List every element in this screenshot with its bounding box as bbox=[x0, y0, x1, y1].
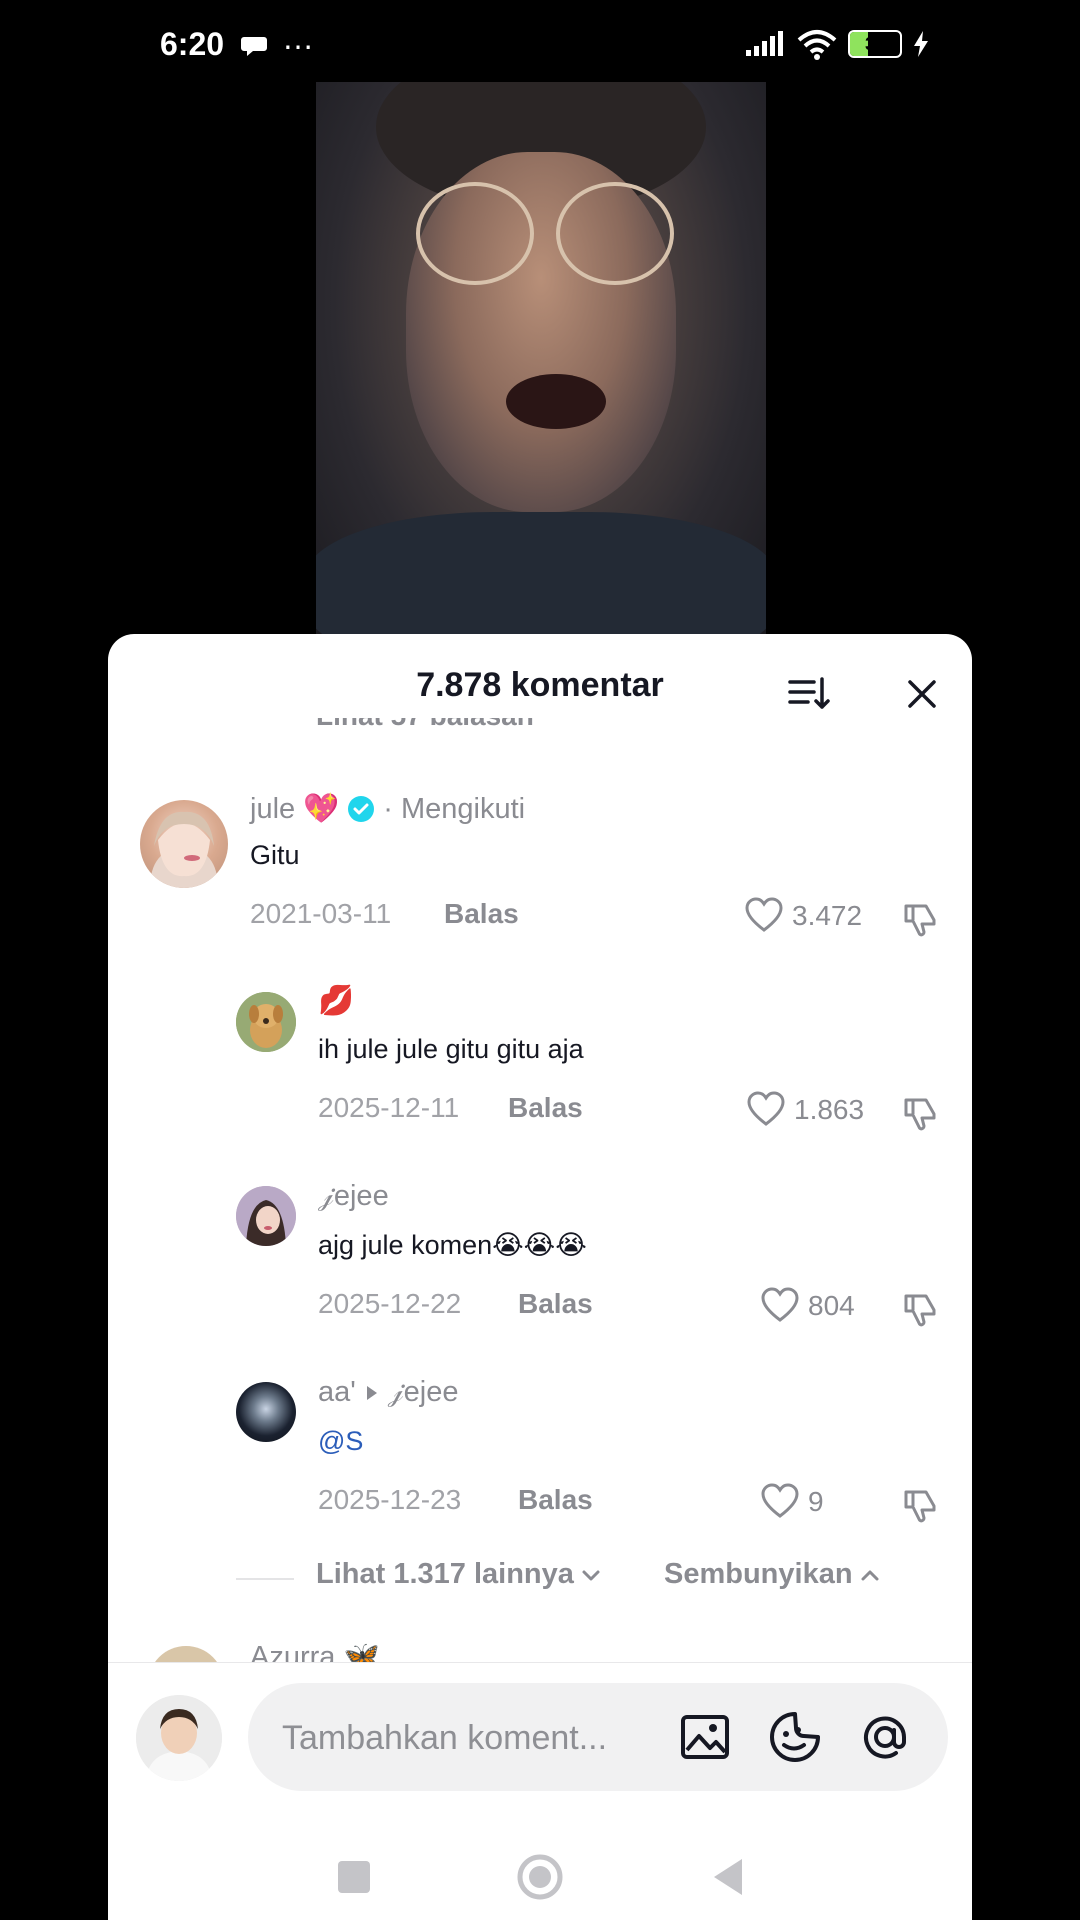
heart-icon bbox=[747, 1091, 785, 1126]
thumb-down-icon[interactable] bbox=[900, 1290, 940, 1330]
thread-divider bbox=[236, 1578, 294, 1580]
reply-username[interactable]: 𝒿ejee bbox=[318, 1180, 389, 1213]
comment-username-emoji: 💖 bbox=[303, 793, 340, 825]
view-more-label: Lihat 1.317 lainnya bbox=[316, 1558, 574, 1590]
chat-bubble-icon bbox=[241, 37, 267, 56]
mention-link[interactable]: @S bbox=[318, 1426, 363, 1457]
chevron-up-icon bbox=[861, 1570, 879, 1580]
comment-composer bbox=[108, 1662, 972, 1920]
verified-badge-icon bbox=[348, 796, 375, 822]
battery-indicator: 35 bbox=[848, 30, 902, 58]
reply-arrow-icon bbox=[366, 1385, 377, 1400]
like-count: 9 bbox=[808, 1486, 824, 1517]
reply-button[interactable]: Balas bbox=[518, 1484, 593, 1516]
reply-to-username[interactable]: 𝒿ejee bbox=[388, 1376, 459, 1409]
heart-icon bbox=[745, 897, 783, 932]
reply-date: 2025-12-11 bbox=[318, 1092, 460, 1123]
signal-icon bbox=[746, 31, 783, 56]
comment-date: 2021-03-11 bbox=[250, 898, 392, 929]
video-mouth bbox=[506, 374, 606, 429]
comment-username-text: jule bbox=[250, 792, 296, 825]
like-count: 3.472 bbox=[792, 900, 863, 931]
video-glasses-right bbox=[556, 182, 674, 285]
heart-icon bbox=[761, 1287, 799, 1322]
reply-username[interactable]: aa' 𝒿ejee bbox=[318, 1376, 459, 1409]
avatar[interactable] bbox=[236, 992, 296, 1052]
status-bar: 6:20 … 35 bbox=[0, 0, 1080, 92]
video-glasses-left bbox=[416, 182, 534, 285]
home-icon[interactable] bbox=[514, 1851, 566, 1903]
avatar[interactable] bbox=[236, 1186, 296, 1246]
status-right: 35 bbox=[744, 28, 930, 60]
like-button[interactable]: 1.863 bbox=[746, 1090, 864, 1130]
back-icon[interactable] bbox=[702, 1851, 754, 1903]
follow-status: · Mengikuti bbox=[383, 792, 526, 825]
heart-icon bbox=[761, 1483, 799, 1518]
system-nav-bar bbox=[108, 1839, 972, 1919]
reply-text: ih jule jule gitu gitu aja bbox=[318, 1034, 584, 1064]
avatar[interactable] bbox=[236, 1382, 296, 1442]
video-jacket bbox=[316, 512, 766, 642]
hide-replies-button[interactable]: Sembunyikan bbox=[664, 1558, 881, 1591]
recent-apps-icon[interactable] bbox=[328, 1851, 380, 1903]
avatar-girl bbox=[236, 1186, 296, 1246]
avatar[interactable] bbox=[140, 800, 228, 888]
my-avatar[interactable] bbox=[136, 1695, 222, 1781]
comment-text: Gitu bbox=[250, 840, 300, 870]
reply-text: ajg jule komen😭😭😭 bbox=[318, 1230, 587, 1260]
like-count: 1.863 bbox=[794, 1094, 865, 1125]
my-avatar-image bbox=[136, 1695, 222, 1781]
comment-username[interactable]: jule 💖 · Mengikuti bbox=[250, 792, 525, 826]
wifi-icon bbox=[797, 30, 837, 60]
battery-label: 35 bbox=[864, 33, 886, 54]
reply-username-text: aa' bbox=[318, 1376, 356, 1408]
status-time: 6:20 bbox=[160, 26, 225, 62]
thumb-down-icon[interactable] bbox=[900, 900, 940, 940]
like-button[interactable]: 9 bbox=[760, 1482, 824, 1522]
comments-list: Lihat 57 balasan jule 💖 · Mengikuti bbox=[108, 634, 972, 1722]
reply-button[interactable]: Balas bbox=[444, 898, 519, 930]
video-player[interactable] bbox=[316, 82, 766, 642]
reply-button[interactable]: Balas bbox=[518, 1288, 593, 1320]
reply-date: 2025-12-23 bbox=[318, 1484, 462, 1515]
thumb-down-icon[interactable] bbox=[900, 1094, 940, 1134]
like-count: 804 bbox=[808, 1290, 855, 1321]
view-more-replies-button[interactable]: Lihat 1.317 lainnya bbox=[316, 1558, 602, 1591]
like-button[interactable]: 804 bbox=[760, 1286, 855, 1326]
chevron-down-icon bbox=[582, 1570, 600, 1580]
like-button[interactable]: 3.472 bbox=[744, 896, 862, 936]
view-replies-partial: Lihat 57 balasan bbox=[316, 718, 534, 742]
comments-sheet: 7.878 komentar Lihat 57 balasan jule bbox=[108, 634, 972, 1920]
reply-button[interactable]: Balas bbox=[508, 1092, 583, 1124]
reply-username[interactable]: 💋 bbox=[318, 984, 354, 1018]
avatar-dog bbox=[236, 992, 296, 1052]
reply-date: 2025-12-22 bbox=[318, 1288, 462, 1319]
bolt-icon bbox=[914, 31, 928, 57]
at-icon[interactable] bbox=[858, 1710, 912, 1764]
thumb-down-icon[interactable] bbox=[900, 1486, 940, 1526]
image-icon[interactable] bbox=[678, 1710, 732, 1764]
comment-input-box[interactable] bbox=[248, 1683, 948, 1791]
sticker-icon[interactable] bbox=[768, 1710, 822, 1764]
comment-input[interactable] bbox=[280, 1709, 664, 1767]
hide-label: Sembunyikan bbox=[664, 1558, 853, 1590]
avatar-face bbox=[150, 811, 218, 888]
status-more-icon: … bbox=[282, 20, 316, 56]
